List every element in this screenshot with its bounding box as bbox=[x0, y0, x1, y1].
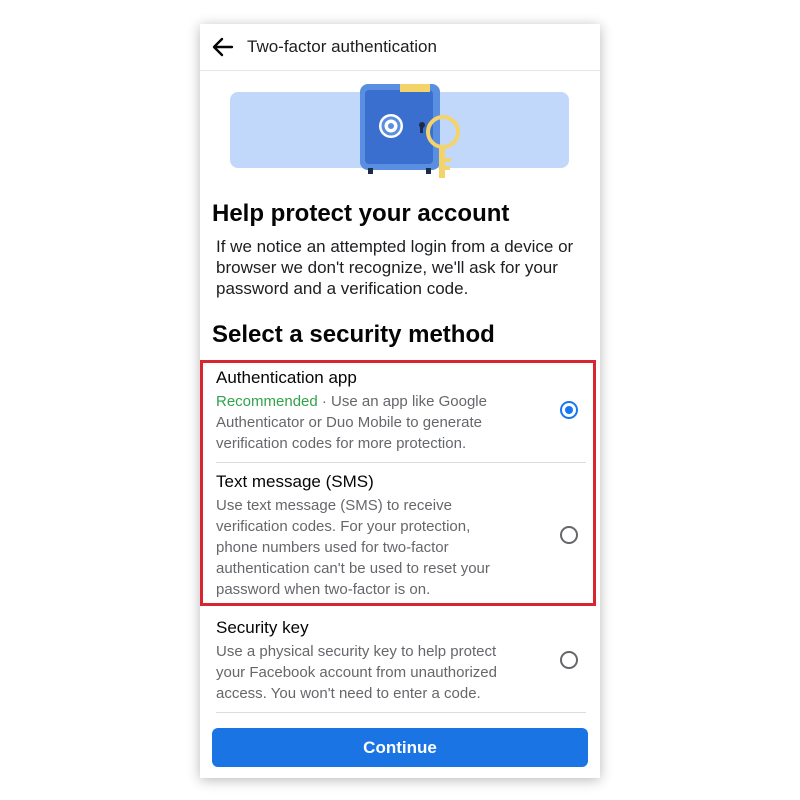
safe-with-key-illustration bbox=[230, 84, 569, 178]
intro-heading: Help protect your account bbox=[212, 200, 510, 227]
option-description: Use text message (SMS) to receive verifi… bbox=[216, 497, 490, 598]
radio-authentication-app[interactable] bbox=[560, 401, 578, 419]
intro-description: If we notice an attempted login from a d… bbox=[216, 237, 574, 298]
divider bbox=[216, 462, 586, 463]
back-button[interactable] bbox=[210, 34, 236, 60]
page-title: Two-factor authentication bbox=[247, 37, 437, 56]
divider bbox=[216, 712, 586, 713]
option-title: Security key bbox=[216, 618, 309, 637]
option-title: Text message (SMS) bbox=[216, 472, 374, 491]
continue-button[interactable]: Continue bbox=[212, 728, 588, 767]
top-bar: Two-factor authentication bbox=[200, 24, 600, 71]
arrow-left-icon bbox=[212, 37, 234, 57]
option-description: Use a physical security key to help prot… bbox=[216, 643, 497, 702]
recommended-label: Recommended bbox=[216, 393, 318, 410]
option-description: Recommended · Use an app like Google Aut… bbox=[216, 391, 516, 454]
option-title: Authentication app bbox=[216, 368, 357, 387]
radio-text-message[interactable] bbox=[560, 526, 578, 544]
phone-screen: Two-factor authentication Help protect y… bbox=[200, 24, 600, 778]
option-security-key[interactable]: Security key Use a physical security key… bbox=[216, 617, 586, 704]
radio-security-key[interactable] bbox=[560, 651, 578, 669]
option-authentication-app[interactable]: Authentication app Recommended · Use an … bbox=[216, 367, 586, 454]
option-text-message[interactable]: Text message (SMS) Use text message (SMS… bbox=[216, 471, 586, 600]
methods-heading: Select a security method bbox=[212, 321, 495, 348]
